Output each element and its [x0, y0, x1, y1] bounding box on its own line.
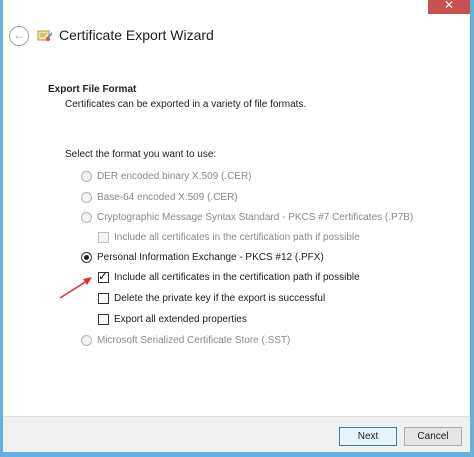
checkbox[interactable]	[98, 313, 109, 325]
radio-label: Cryptographic Message Syntax Standard - …	[97, 211, 414, 223]
section-description: Certificates can be exported in a variet…	[65, 99, 307, 110]
wizard-content: Export File Format Certificates can be e…	[3, 58, 470, 416]
annotation-arrow-icon	[59, 277, 92, 299]
cancel-button[interactable]: Cancel	[404, 427, 462, 446]
close-button[interactable]: ✕	[428, 0, 470, 14]
radio-der[interactable]: DER encoded binary X.509 (.CER)	[81, 169, 252, 183]
radio-button[interactable]	[81, 170, 92, 182]
radio-pfx[interactable]: Personal Information Exchange - PKCS #12…	[81, 250, 324, 264]
certificate-icon	[37, 30, 52, 42]
wizard-footer: Next Cancel	[3, 416, 470, 452]
radio-base64[interactable]: Base-64 encoded X.509 (.CER)	[81, 190, 238, 204]
radio-label: Base-64 encoded X.509 (.CER)	[97, 191, 238, 203]
checkbox-pfx-include-path[interactable]: ✓ Include all certificates in the certif…	[98, 268, 360, 284]
back-arrow-icon[interactable]: ←	[9, 26, 29, 46]
wizard-header: ← Certificate Export Wizard	[3, 14, 470, 58]
checkbox-label: Include all certificates in the certific…	[114, 231, 360, 243]
radio-label: Microsoft Serialized Certificate Store (…	[97, 334, 291, 346]
radio-label: Personal Information Exchange - PKCS #12…	[97, 251, 324, 263]
checkbox-export-extended-properties[interactable]: Export all extended properties	[98, 312, 247, 326]
checkbox-delete-private-key[interactable]: Delete the private key if the export is …	[98, 291, 325, 305]
checkbox-label: Export all extended properties	[114, 313, 247, 325]
format-prompt: Select the format you want to use:	[65, 149, 217, 160]
checkmark-icon: ✓	[98, 268, 109, 283]
section-title: Export File Format	[48, 84, 137, 95]
checkbox[interactable]	[98, 231, 109, 243]
wizard-title: Certificate Export Wizard	[59, 27, 214, 43]
checkbox-label: Include all certificates in the certific…	[114, 271, 360, 283]
next-button[interactable]: Next	[339, 427, 397, 446]
radio-button[interactable]	[81, 251, 92, 263]
checkbox[interactable]: ✓	[98, 268, 109, 283]
radio-button[interactable]	[81, 211, 92, 223]
radio-button[interactable]	[81, 334, 92, 346]
radio-sst[interactable]: Microsoft Serialized Certificate Store (…	[81, 333, 290, 347]
checkbox-p7b-include-path[interactable]: Include all certificates in the certific…	[98, 230, 360, 244]
checkbox[interactable]	[98, 292, 109, 304]
radio-label: DER encoded binary X.509 (.CER)	[97, 170, 252, 182]
radio-button[interactable]	[81, 191, 92, 203]
radio-p7b[interactable]: Cryptographic Message Syntax Standard - …	[81, 210, 413, 224]
close-icon[interactable]: ✕	[444, 0, 454, 12]
checkbox-label: Delete the private key if the export is …	[114, 292, 326, 304]
